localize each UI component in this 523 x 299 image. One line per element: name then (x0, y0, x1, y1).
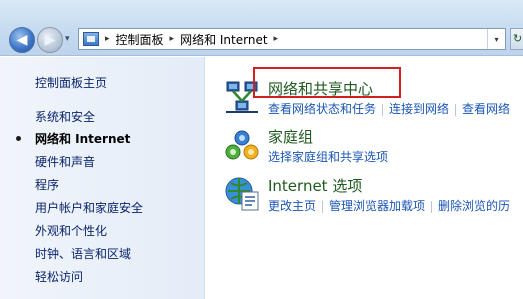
sidebar-control-panel-home[interactable]: 控制面板主页 (35, 74, 107, 91)
refresh-button[interactable]: ↻ (510, 28, 523, 50)
sidebar-item-appearance[interactable]: 外观和个性化 (35, 222, 107, 239)
view-network-status-link[interactable]: 查看网络状态和任务 (268, 102, 376, 116)
breadcrumb-control-panel[interactable]: 控制面板 (116, 31, 164, 48)
main-content: 网络和共享中心 查看网络状态和任务 连接到网络 查看网络 家庭组 选择家庭组和共享选… (206, 57, 523, 299)
breadcrumb-separator-icon[interactable]: ▸ (274, 34, 279, 44)
network-sharing-links: 查看网络状态和任务 连接到网络 查看网络 (268, 100, 510, 117)
link-divider (455, 103, 457, 116)
address-history-dropdown[interactable]: ▾ (487, 29, 505, 49)
forward-arrow-icon: ▶ (44, 32, 56, 48)
breadcrumb-network-internet[interactable]: 网络和 Internet (180, 31, 267, 48)
address-bar[interactable]: ▸ 控制面板 ▸ 网络和 Internet ▸ ▾ (78, 28, 506, 50)
manage-addons-link[interactable]: 管理浏览器加载项 (329, 199, 425, 213)
breadcrumb-separator-icon[interactable]: ▸ (170, 34, 175, 44)
connect-to-network-link[interactable]: 连接到网络 (389, 102, 449, 116)
sidebar-item-clock-language[interactable]: 时钟、语言和区域 (35, 245, 131, 262)
link-divider (382, 103, 384, 116)
sidebar-item-hardware-sound[interactable]: 硬件和声音 (35, 153, 95, 170)
internet-options-title[interactable]: Internet 选项 (268, 175, 362, 196)
network-sharing-icon[interactable] (224, 79, 260, 115)
sidebar-item-user-accounts[interactable]: 用户帐户和家庭安全 (35, 199, 143, 216)
refresh-icon: ↻ (513, 32, 523, 45)
homegroup-links: 选择家庭组和共享选项 (268, 148, 388, 165)
sidebar-item-programs[interactable]: 程序 (35, 176, 59, 193)
delete-history-link[interactable]: 删除浏览的历 (438, 199, 510, 213)
link-divider (431, 200, 433, 213)
homegroup-icon[interactable] (224, 128, 260, 164)
sidebar-item-network-internet[interactable]: 网络和 Internet (35, 130, 130, 147)
sidebar-item-ease-of-access[interactable]: 轻松访问 (35, 268, 83, 285)
homegroup-sharing-options-link[interactable]: 选择家庭组和共享选项 (268, 150, 388, 164)
homegroup-title[interactable]: 家庭组 (268, 126, 313, 147)
back-arrow-icon: ◀ (16, 32, 28, 48)
sidebar-item-system-security[interactable]: 系统和安全 (35, 108, 95, 125)
control-panel-icon (83, 32, 99, 46)
view-network-link[interactable]: 查看网络 (462, 102, 510, 116)
back-button[interactable]: ◀ (9, 27, 35, 53)
link-divider (322, 200, 324, 213)
sidebar: 控制面板主页 系统和安全 网络和 Internet 硬件和声音 程序 用户帐户和… (0, 57, 205, 299)
network-sharing-center-title[interactable]: 网络和共享中心 (268, 78, 373, 99)
internet-options-links: 更改主页 管理浏览器加载项 删除浏览的历 (268, 197, 510, 214)
breadcrumb-separator-icon[interactable]: ▸ (105, 34, 110, 44)
active-bullet-icon (16, 136, 21, 141)
recent-pages-dropdown[interactable]: ▾ (65, 34, 70, 44)
change-homepage-link[interactable]: 更改主页 (268, 199, 316, 213)
internet-options-icon[interactable] (224, 175, 260, 211)
forward-button[interactable]: ▶ (37, 27, 63, 53)
navigation-bar: ◀ ▶ ▾ ▸ 控制面板 ▸ 网络和 Internet ▸ ▾ ↻ (0, 0, 523, 56)
